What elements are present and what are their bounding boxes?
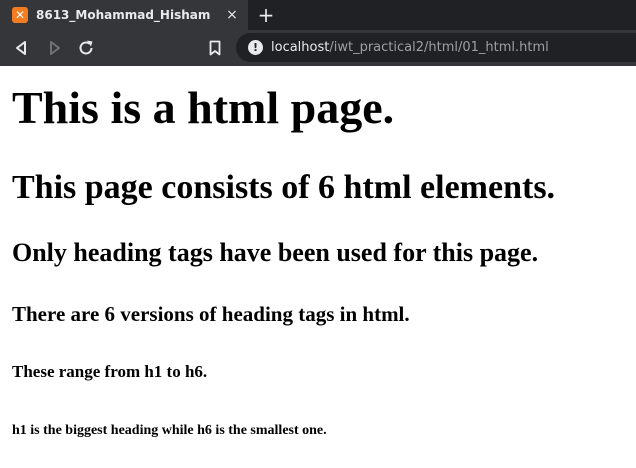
tab-strip: ✕ 8613_Mohammad_Hisham × + [0,0,636,30]
heading-h5: These range from h1 to h6. [12,362,208,381]
heading-h6: h1 is the biggest heading while h6 is th… [12,423,327,438]
close-tab-icon[interactable]: × [224,7,240,23]
xampp-icon: ✕ [12,7,28,23]
heading-h2: This page consists of 6 html elements. [12,169,556,206]
heading-h4: There are 6 versions of heading tags in … [12,302,410,326]
heading-h3: Only heading tags have been used for thi… [12,238,539,267]
tab-title: 8613_Mohammad_Hisham [36,8,211,22]
heading-h1: This is a html page. [12,82,395,133]
reload-icon[interactable] [76,38,96,58]
browser-toolbar: ! localhost/iwt_practical2/html/01_html.… [0,30,636,66]
browser-tab[interactable]: ✕ 8613_Mohammad_Hisham × [0,0,248,30]
url-path: /iwt_practical2/html/01_html.html [329,40,549,55]
info-icon[interactable]: ! [248,40,263,55]
bookmark-icon[interactable] [205,38,225,58]
back-icon[interactable] [12,38,32,58]
forward-icon[interactable] [44,38,64,58]
address-bar[interactable]: ! localhost/iwt_practical2/html/01_html.… [236,33,636,62]
url-text[interactable]: localhost/iwt_practical2/html/01_html.ht… [271,33,549,62]
new-tab-icon[interactable]: + [256,5,276,25]
url-host: localhost [271,40,330,55]
